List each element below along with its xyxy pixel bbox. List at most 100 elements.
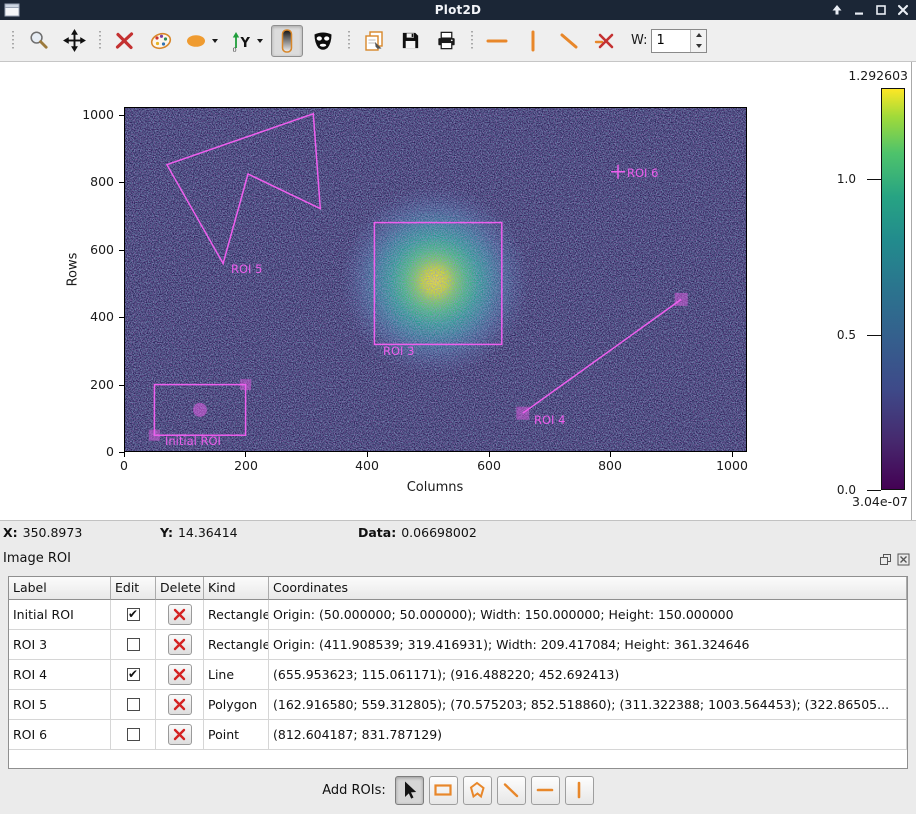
rectangle-roi-icon [432, 779, 454, 801]
roi-table-row[interactable]: ROI 5 Polygon (162.916580; 559.312805); … [9, 690, 907, 720]
edit-checkbox[interactable] [127, 698, 140, 711]
add-polygon-roi-button[interactable] [463, 776, 492, 805]
delete-x-icon [173, 728, 186, 741]
edit-checkbox[interactable] [127, 638, 140, 651]
image-canvas[interactable]: Initial ROI ROI 3 ROI 4 ROI 5 ROI 6 [124, 107, 747, 452]
spin-up-button[interactable] [691, 30, 706, 41]
colorbar-gradient[interactable] [881, 88, 905, 490]
header-coordinates[interactable]: Coordinates [269, 577, 907, 600]
zoom-button[interactable] [22, 25, 54, 57]
print-button[interactable] [430, 25, 462, 57]
kind-cell: Point [204, 720, 269, 750]
free-line-profile-button[interactable] [553, 25, 585, 57]
initial-roi-center-handle [193, 403, 207, 417]
delete-button[interactable] [168, 724, 192, 745]
clear-button[interactable] [109, 25, 141, 57]
edit-checkbox[interactable] [127, 728, 140, 741]
spin-down-button[interactable] [691, 41, 706, 52]
roi-label-cell: ROI 3 [9, 630, 111, 660]
pointer-mode-button[interactable] [395, 776, 424, 805]
shade-button[interactable] [829, 3, 844, 18]
dock-close-button[interactable] [897, 551, 910, 570]
roi-table-header: Label Edit Delete Kind Coordinates [9, 577, 907, 600]
add-horizontal-line-roi-button[interactable] [531, 776, 560, 805]
profile-width-spinbox [651, 29, 707, 53]
close-button[interactable] [895, 3, 910, 18]
y-axis-orientation-button[interactable]: 0 Y [226, 25, 267, 57]
toolbar-handle[interactable] [97, 31, 102, 51]
roi-label-cell: ROI 4 [9, 660, 111, 690]
pan-button[interactable] [58, 25, 90, 57]
zoom-icon [27, 29, 50, 52]
roi-dock-header[interactable]: Image ROI [0, 545, 916, 573]
vertical-line-roi-icon [568, 779, 590, 801]
mask-tools-button[interactable] [307, 25, 339, 57]
x-tick-label: 1000 [712, 458, 752, 473]
delete-button[interactable] [168, 634, 192, 655]
x-tick-label: 400 [347, 458, 387, 473]
horizontal-profile-button[interactable] [481, 25, 513, 57]
colormap-button[interactable] [145, 25, 177, 57]
minimize-button[interactable] [851, 3, 866, 18]
delete-button[interactable] [168, 694, 192, 715]
colorbar-tick-label: 1.0 [828, 172, 856, 186]
save-button[interactable] [394, 25, 426, 57]
polygon-roi-icon [466, 779, 488, 801]
add-line-roi-button[interactable] [497, 776, 526, 805]
add-vertical-line-roi-button[interactable] [565, 776, 594, 805]
diagonal-line-icon [557, 29, 581, 53]
roi-label-cell: Initial ROI [9, 600, 111, 630]
horizontal-line-roi-icon [534, 779, 556, 801]
initial-roi-label: Initial ROI [165, 434, 221, 448]
edit-checkbox[interactable]: ✔ [127, 668, 140, 681]
colorbar-max-label: 1.292603 [790, 68, 908, 83]
position-statusbar: X:350.8973 Y:14.36414 Data:0.06698002 [0, 522, 916, 543]
colorbar-tick-label: 0.5 [828, 328, 856, 342]
aggregation-ellipse-icon [185, 30, 209, 52]
vertical-line-icon [521, 29, 545, 53]
dropdown-arrow-icon [212, 39, 218, 43]
roi-table-row[interactable]: Initial ROI ✔ Rectangle Origin: (50.0000… [9, 600, 907, 630]
header-delete[interactable]: Delete [156, 577, 204, 600]
coordinates-cell: Origin: (50.000000; 50.000000); Width: 1… [269, 600, 907, 630]
plot-area: Rows Columns 1000 800 600 400 200 0 0 20… [0, 62, 916, 520]
aggregation-mode-button[interactable] [181, 25, 222, 57]
profile-width-input[interactable] [652, 30, 690, 52]
roi-table-row[interactable]: ROI 6 Point (812.604187; 831.787129) [9, 720, 907, 750]
shade-icon [831, 4, 843, 16]
roi6-label: ROI 6 [627, 166, 658, 180]
roi-table-row[interactable]: ROI 4 ✔ Line (655.953623; 115.061171); (… [9, 660, 907, 690]
kind-cell: Rectangle [204, 630, 269, 660]
toolbar-handle[interactable] [346, 31, 351, 51]
vertical-profile-button[interactable] [517, 25, 549, 57]
clear-profile-button[interactable] [589, 25, 621, 57]
edit-checkbox[interactable]: ✔ [127, 608, 140, 621]
toolbar-handle[interactable] [469, 31, 474, 51]
maximize-button[interactable] [873, 3, 888, 18]
line-roi-icon [500, 779, 522, 801]
x-position-value: 350.8973 [23, 525, 83, 540]
plot2d-window: Plot2D [0, 0, 916, 814]
x-tick-label: 200 [226, 458, 266, 473]
x-tick-label: 600 [469, 458, 509, 473]
colorbar-toggle-button[interactable] [271, 25, 303, 57]
toolbar-handle[interactable] [10, 31, 15, 51]
copy-to-clipboard-button[interactable] [358, 25, 390, 57]
dock-float-button[interactable] [879, 551, 892, 570]
roi-table-row[interactable]: ROI 3 Rectangle Origin: (411.908539; 319… [9, 630, 907, 660]
roi-table: Label Edit Delete Kind Coordinates Initi… [8, 576, 908, 769]
pointer-cursor-icon [398, 779, 420, 801]
x-position-label: X: [3, 525, 18, 540]
delete-button[interactable] [168, 664, 192, 685]
delete-x-icon [173, 668, 186, 681]
spin-down-icon [696, 44, 702, 48]
header-label[interactable]: Label [9, 577, 111, 600]
y-tick-label: 600 [74, 242, 114, 258]
header-kind[interactable]: Kind [204, 577, 269, 600]
titlebar[interactable]: Plot2D [0, 0, 916, 20]
add-rectangle-roi-button[interactable] [429, 776, 458, 805]
header-edit[interactable]: Edit [111, 577, 156, 600]
delete-button[interactable] [168, 604, 192, 625]
x-axis-label: Columns [390, 480, 480, 495]
copy-icon [362, 29, 386, 53]
